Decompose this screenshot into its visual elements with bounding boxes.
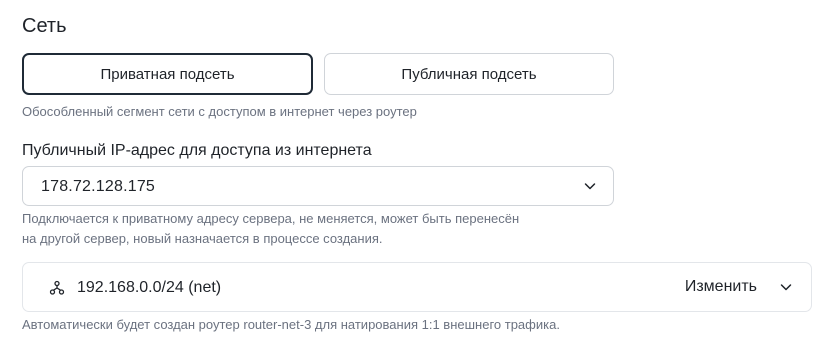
chevron-down-icon bbox=[584, 183, 596, 190]
subnet-hint: Обособленный сегмент сети с доступом в и… bbox=[22, 104, 417, 119]
change-network-label: Изменить bbox=[684, 278, 757, 295]
public-ip-hint-line-1: Подключается к приватному адресу сервера… bbox=[22, 211, 520, 226]
public-ip-label: Публичный IP-адрес для доступа из интерн… bbox=[22, 142, 372, 159]
network-icon bbox=[49, 280, 65, 295]
subnet-type-toggle: Приватная подсеть Публичная подсеть bbox=[22, 53, 614, 95]
public-ip-hint: Подключается к приватному адресу сервера… bbox=[22, 209, 602, 249]
router-hint: Автоматически будет создан роутер router… bbox=[22, 317, 560, 332]
private-network-card: 192.168.0.0/24 (net) Изменить bbox=[22, 262, 812, 312]
public-ip-value: 178.72.128.175 bbox=[41, 178, 156, 195]
public-ip-hint-line-2: на другой сервер, новый назначается в пр… bbox=[22, 231, 383, 246]
public-subnet-button[interactable]: Публичная подсеть bbox=[324, 53, 614, 95]
network-label: 192.168.0.0/24 (net) bbox=[77, 279, 222, 296]
public-ip-select[interactable]: 178.72.128.175 bbox=[22, 166, 614, 206]
chevron-down-icon bbox=[780, 284, 792, 291]
section-title: Сеть bbox=[22, 15, 67, 37]
change-network-button[interactable]: Изменить bbox=[685, 269, 793, 305]
private-subnet-button[interactable]: Приватная подсеть bbox=[22, 53, 313, 95]
